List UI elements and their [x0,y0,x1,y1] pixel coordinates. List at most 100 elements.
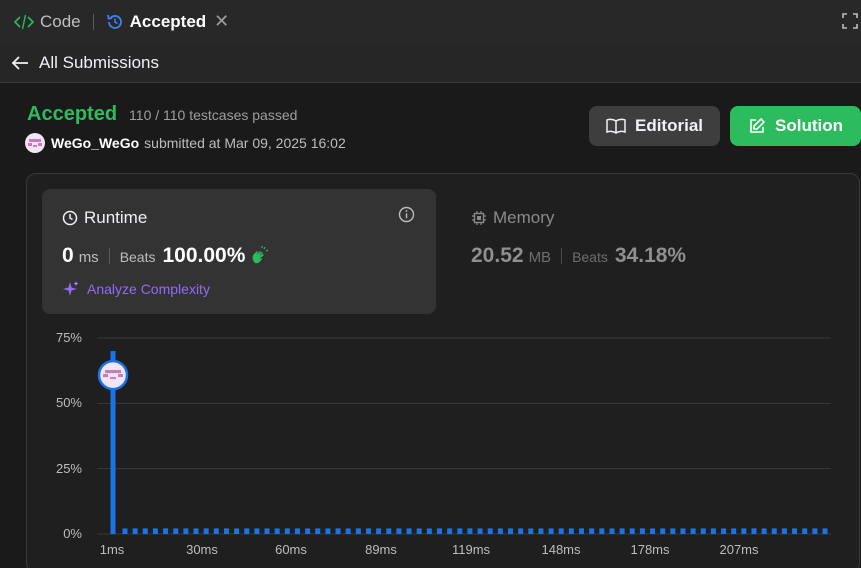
distribution-bar[interactable] [660,528,666,534]
info-icon[interactable] [398,206,415,223]
distribution-bar[interactable] [548,528,554,534]
distribution-bar[interactable] [223,528,229,534]
close-icon[interactable]: ✕ [214,11,229,32]
x-tick-label: 1ms [99,542,125,557]
distribution-bar[interactable] [173,528,179,534]
metric-divider [561,248,563,264]
y-tick-label: 75% [55,330,82,345]
distribution-bar[interactable] [609,528,615,534]
distribution-bar[interactable] [812,528,818,534]
distribution-bar[interactable] [487,528,493,534]
distribution-bar[interactable] [792,528,798,534]
distribution-bar[interactable] [152,528,158,534]
distribution-bar[interactable] [203,528,209,534]
sparkle-icon [62,280,80,298]
distribution-bar[interactable] [416,528,422,534]
x-tick-label: 30ms [186,542,218,557]
distribution-bar[interactable] [599,528,605,534]
distribution-bar[interactable] [497,528,503,534]
distribution-bar[interactable] [761,528,767,534]
distribution-bar[interactable] [365,528,371,534]
memory-card[interactable]: Memory 20.52 MB Beats 34.18% [452,189,846,314]
distribution-bar[interactable] [142,528,148,534]
tab-code-label: Code [40,11,81,31]
distribution-bar[interactable] [244,528,250,534]
distribution-bar[interactable] [305,528,311,534]
distribution-bar[interactable] [122,528,128,534]
distribution-bar[interactable] [325,528,331,534]
distribution-bar[interactable] [315,528,321,534]
runtime-distribution-chart[interactable]: 75% 50% 25% 0% 1ms 30ms 60ms 89ms 119ms 148ms 178m… [0,318,861,568]
submission-status: Accepted 110 / 110 testcases passed [27,103,297,126]
distribution-bar[interactable] [579,528,585,534]
submission-meta: WeGo_WeGo submitted at Mar 09, 2025 16:0… [25,133,346,153]
distribution-bar[interactable] [447,528,453,534]
distribution-bar[interactable] [568,528,574,534]
memory-header: Memory [471,208,554,228]
distribution-bar[interactable] [528,528,534,534]
distribution-bar[interactable] [467,528,473,534]
distribution-bar[interactable] [619,528,625,534]
distribution-bar[interactable] [751,528,757,534]
distribution-bar[interactable] [771,528,777,534]
distribution-bar[interactable] [781,528,787,534]
distribution-bar[interactable] [436,528,442,534]
distribution-bar[interactable] [457,528,463,534]
code-icon [14,14,34,30]
distribution-bar[interactable] [386,528,392,534]
distribution-bar[interactable] [274,528,280,534]
runtime-metrics: 0 ms Beats 100.00% [62,244,270,268]
distribution-bar[interactable] [670,528,676,534]
distribution-bar[interactable] [406,528,412,534]
distribution-bar[interactable] [721,528,727,534]
distribution-bar[interactable] [538,528,544,534]
tab-code[interactable]: Code [14,0,81,43]
distribution-bar[interactable] [345,528,351,534]
distribution-bar[interactable] [213,528,219,534]
distribution-bar[interactable] [132,528,138,534]
distribution-bar[interactable] [558,528,564,534]
distribution-bar[interactable] [426,528,432,534]
distribution-bar[interactable] [629,528,635,534]
distribution-bar[interactable] [680,528,686,534]
distribution-bar[interactable] [396,528,402,534]
distribution-bar[interactable] [639,528,645,534]
editorial-button[interactable]: Editorial [589,106,720,146]
all-submissions-link[interactable]: All Submissions [39,53,159,73]
username[interactable]: WeGo_WeGo [51,135,139,151]
avatar[interactable] [25,133,45,153]
distribution-bar[interactable] [650,528,656,534]
distribution-bar[interactable] [589,528,595,534]
y-tick-label: 0% [63,526,82,541]
x-tick-label: 178ms [630,542,670,557]
runtime-card[interactable]: Runtime 0 ms Beats 100.00% Analyze Compl… [42,189,436,314]
distribution-bar[interactable] [183,528,189,534]
distribution-bar[interactable] [193,528,199,534]
back-arrow-icon[interactable] [11,55,29,71]
distribution-bar[interactable] [234,528,240,534]
expand-icon[interactable] [841,12,859,35]
user-avatar-marker[interactable] [97,359,129,391]
distribution-bar[interactable] [294,528,300,534]
distribution-bar[interactable] [710,528,716,534]
distribution-bar[interactable] [518,528,524,534]
distribution-bar[interactable] [741,528,747,534]
metric-divider [108,248,110,264]
analyze-complexity-link[interactable]: Analyze Complexity [62,280,210,298]
distribution-bar[interactable] [284,528,290,534]
distribution-bar[interactable] [731,528,737,534]
solution-button[interactable]: Solution [730,106,861,146]
distribution-bar[interactable] [376,528,382,534]
distribution-bar[interactable] [335,528,341,534]
tab-accepted[interactable]: Accepted ✕ [106,0,229,43]
distribution-bar[interactable] [822,528,828,534]
distribution-bar[interactable] [355,528,361,534]
distribution-bar[interactable] [477,528,483,534]
distribution-bar[interactable] [163,528,169,534]
distribution-bar[interactable] [690,528,696,534]
distribution-bar[interactable] [254,528,260,534]
distribution-bar[interactable] [264,528,270,534]
distribution-bar[interactable] [802,528,808,534]
distribution-bar[interactable] [508,528,514,534]
distribution-bar[interactable] [700,528,706,534]
